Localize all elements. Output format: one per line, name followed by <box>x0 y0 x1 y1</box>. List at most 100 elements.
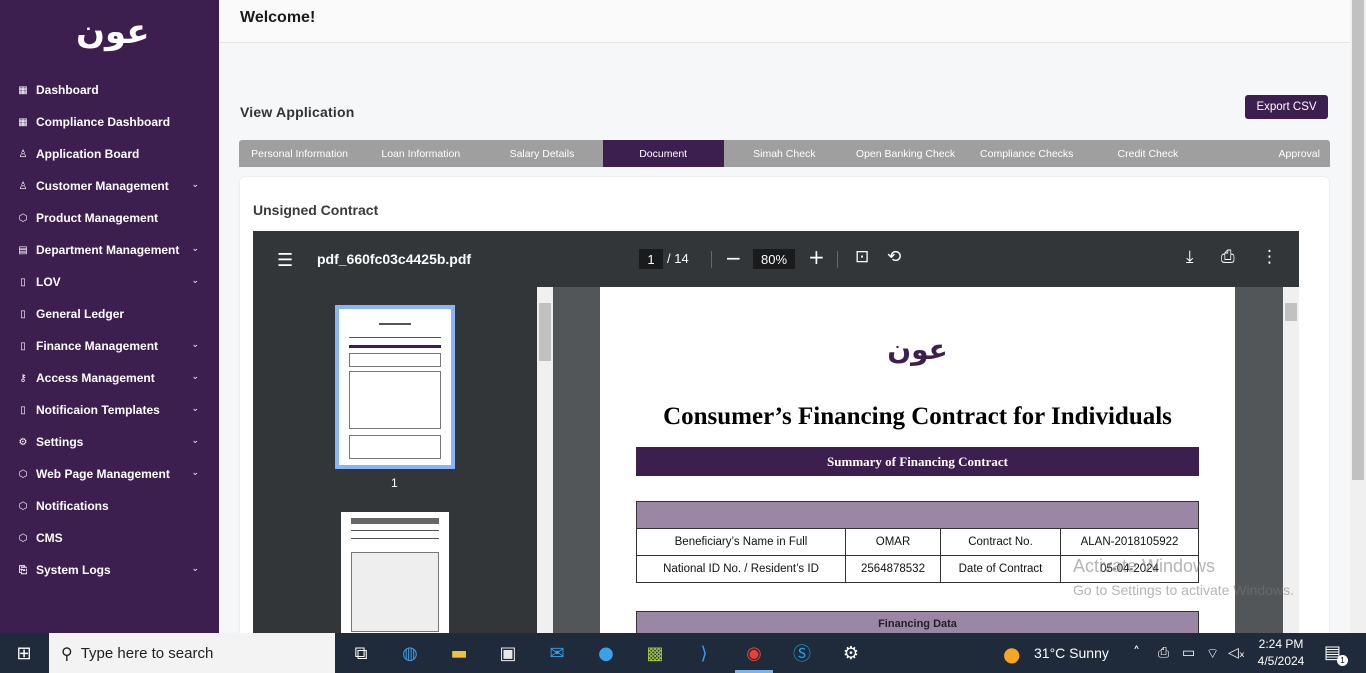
thumb-table <box>349 371 441 429</box>
gear-icon: ⚙ <box>18 436 28 448</box>
sidebar-item-access-management[interactable]: ⚷ Access Management ⌄ <box>0 362 219 394</box>
file-explorer-icon[interactable]: ▬ <box>447 641 471 665</box>
sidebar-item-label: Notificaion Templates <box>36 403 160 417</box>
tab-salary-details[interactable]: Salary Details <box>481 140 602 167</box>
tab-credit-check[interactable]: Credit Check <box>1087 140 1208 167</box>
grid-icon: ▦ <box>18 116 28 128</box>
sidebar-item-label: Finance Management <box>36 339 159 353</box>
vscode-icon[interactable]: ⟩ <box>692 641 716 665</box>
app-logo[interactable]: عون <box>76 12 150 52</box>
more-options-icon[interactable]: ⋮ <box>1261 247 1278 267</box>
tab-compliance-checks[interactable]: Compliance Checks <box>966 140 1087 167</box>
thumb-line <box>379 323 411 325</box>
pdf-filename: pdf_660fc03c4425b.pdf <box>317 251 472 267</box>
sidebar-item-application-board[interactable]: ♙ Application Board <box>0 138 219 170</box>
tab-open-banking-check[interactable]: Open Banking Check <box>845 140 966 167</box>
sidebar-item-customer-management[interactable]: ♙ Customer Management ⌄ <box>0 170 219 202</box>
settings-icon[interactable]: ⚙ <box>839 641 863 665</box>
download-icon[interactable]: ⤓ <box>1186 247 1194 267</box>
page-thumbnail[interactable] <box>335 305 455 469</box>
sidebar-item-cms[interactable]: ⬡ CMS <box>0 522 219 554</box>
pdf-scrollbar-thumb[interactable] <box>1285 303 1297 321</box>
table-cell: 2564878532 <box>845 555 941 583</box>
mail-icon[interactable]: ✉ <box>545 641 569 665</box>
thumb-line <box>351 518 439 524</box>
skype-icon[interactable]: Ⓢ <box>790 641 814 665</box>
sidebar-item-product-management[interactable]: ⬡ Product Management <box>0 202 219 234</box>
zoom-out-icon[interactable]: − <box>725 246 742 270</box>
clock[interactable]: 2:24 PM 4/5/2024 <box>1255 637 1307 668</box>
user-icon: ♙ <box>18 148 28 160</box>
sidebar-item-system-logs[interactable]: ⎘ System Logs ⌄ <box>0 554 219 586</box>
weather-icon[interactable]: ● <box>1003 642 1020 666</box>
weather-text[interactable]: 31°C Sunny <box>1034 645 1109 661</box>
sidebar-item-compliance-dashboard[interactable]: ▦ Compliance Dashboard <box>0 106 219 138</box>
table-cell: OMAR <box>845 528 941 556</box>
thumb-table <box>351 552 439 632</box>
chevron-up-icon[interactable]: ˄ <box>1133 645 1140 661</box>
sidebar-item-department-management[interactable]: ▤ Department Management ⌄ <box>0 234 219 266</box>
thumbnail-label: 1 <box>391 476 398 490</box>
table-cell: ALAN-2018105922 <box>1060 528 1199 556</box>
chevron-down-icon: ⌄ <box>191 468 199 478</box>
tab-simah-check[interactable]: Simah Check <box>724 140 845 167</box>
document-icon: ▯ <box>20 308 26 320</box>
sidebar-item-finance-management[interactable]: ▯ Finance Management ⌄ <box>0 330 219 362</box>
menu-icon[interactable]: ☰ <box>277 250 293 271</box>
thumb-table <box>349 353 441 367</box>
taskbar-search[interactable]: ⚲ Type here to search <box>49 633 335 673</box>
page-scrollbar-thumb[interactable] <box>1352 0 1364 480</box>
sidebar-item-settings[interactable]: ⚙ Settings ⌄ <box>0 426 219 458</box>
sidebar-item-label: Product Management <box>36 211 159 225</box>
key-icon: ⚷ <box>19 372 27 384</box>
windows-start-icon[interactable]: ⊞ <box>12 641 36 665</box>
document-icon: ▯ <box>20 276 26 288</box>
store-icon[interactable]: ▣ <box>496 641 520 665</box>
meet-icon[interactable]: ⎙ <box>1158 645 1169 661</box>
sidebar-item-dashboard[interactable]: ▦ Dashboard <box>0 74 219 106</box>
welcome-text: Welcome! <box>240 9 316 26</box>
print-icon[interactable]: ⎙ <box>1221 247 1235 267</box>
volume-icon[interactable]: ◁ₓ <box>1228 645 1245 661</box>
edge-icon[interactable]: ◍ <box>398 641 422 665</box>
thumb-line <box>351 538 439 539</box>
export-csv-button[interactable]: Export CSV <box>1245 95 1328 119</box>
rotate-icon[interactable]: ⟲ <box>887 247 901 267</box>
tab-personal-information[interactable]: Personal Information <box>239 140 360 167</box>
notification-badge: 1 <box>1337 655 1348 666</box>
table-cell: Contract No. <box>940 528 1061 556</box>
app-icon[interactable]: ▩ <box>643 641 667 665</box>
page-number-input[interactable]: 1 <box>639 249 663 269</box>
top-bar: Welcome! <box>219 0 1350 43</box>
table-cell: Beneficiary’s Name in Full <box>636 528 846 556</box>
zoom-in-icon[interactable]: + <box>808 245 825 269</box>
sidebar-item-notification-templates[interactable]: ▯ Notificaion Templates ⌄ <box>0 394 219 426</box>
tab-loan-information[interactable]: Loan Information <box>360 140 481 167</box>
thumbnail-scrollbar-thumb[interactable] <box>539 303 551 361</box>
sidebar-item-notifications[interactable]: ⬡ Notifications <box>0 490 219 522</box>
fit-page-icon[interactable]: ⊡ <box>855 247 869 267</box>
sidebar-item-label: Compliance Dashboard <box>36 115 171 129</box>
sidebar-item-label: Department Management <box>36 243 180 257</box>
tab-bar: Personal Information Loan Information Sa… <box>239 140 1330 167</box>
zoom-input[interactable]: 80% <box>753 249 795 269</box>
chrome-icon[interactable]: ◉ <box>742 641 766 665</box>
document-title: Consumer’s Financing Contract for Indivi… <box>663 403 1172 430</box>
tab-approval[interactable]: Approval <box>1209 140 1330 167</box>
document-icon: ▯ <box>20 340 26 352</box>
sidebar-item-label: Access Management <box>36 371 155 385</box>
battery-icon[interactable]: ▭ <box>1182 645 1195 661</box>
page-thumbnail[interactable] <box>341 512 449 651</box>
pdf-toolbar: ☰ pdf_660fc03c4425b.pdf 1 / 14 − 80% + ⊡… <box>253 231 1299 287</box>
sidebar-item-web-page-management[interactable]: ⬡ Web Page Management ⌄ <box>0 458 219 490</box>
chevron-down-icon: ⌄ <box>191 180 199 190</box>
tab-document[interactable]: Document <box>602 140 724 167</box>
sidebar-item-lov[interactable]: ▯ LOV ⌄ <box>0 266 219 298</box>
task-view-icon[interactable]: ⧉ <box>349 641 373 665</box>
app-icon[interactable]: ● <box>594 641 618 665</box>
wifi-icon[interactable]: ⌔ <box>1206 645 1219 663</box>
document-logo: عون <box>887 333 948 366</box>
thumb-line <box>349 345 441 348</box>
thumb-line <box>349 337 441 338</box>
sidebar-item-general-ledger[interactable]: ▯ General Ledger <box>0 298 219 330</box>
